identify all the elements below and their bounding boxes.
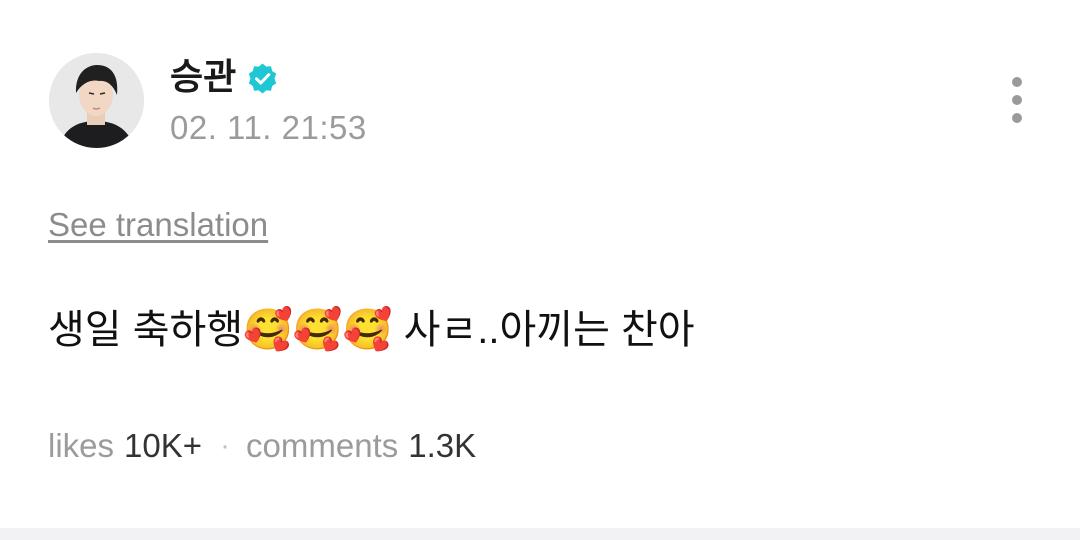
more-options-button[interactable] [1000, 72, 1034, 128]
likes-count[interactable]: 10K+ [124, 425, 202, 467]
comments-label[interactable]: comments [246, 425, 398, 467]
section-divider [0, 528, 1080, 540]
post-stats: likes 10K+ · comments 1.3K [48, 425, 476, 467]
likes-label[interactable]: likes [48, 425, 114, 467]
post-body-text: 생일 축하행🥰🥰🥰 사ㄹ..아끼는 찬아 [48, 308, 695, 352]
see-translation-link[interactable]: See translation [48, 205, 268, 245]
post-timestamp: 02. 11. 21:53 [170, 109, 367, 146]
more-vertical-icon [1012, 77, 1022, 87]
stats-separator: · [220, 429, 231, 462]
author-avatar[interactable] [49, 53, 144, 148]
post-card: 승관 02. 11. 21:53 See translation 생일 축하행🥰… [0, 0, 1080, 528]
author-name[interactable]: 승관 [170, 55, 279, 99]
verified-badge-icon [246, 61, 279, 94]
comments-count[interactable]: 1.3K [408, 425, 476, 467]
author-name-text[interactable]: 승관 [170, 55, 236, 99]
